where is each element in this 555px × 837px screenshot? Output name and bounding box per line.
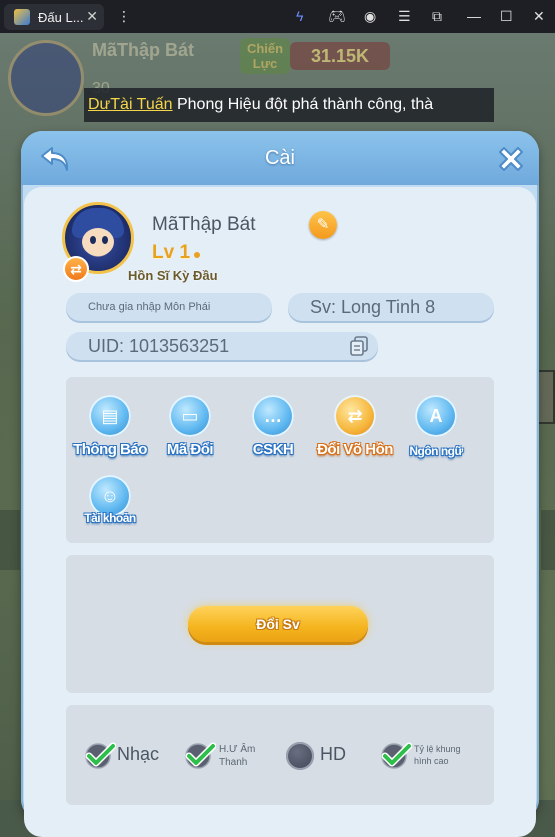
close-icon[interactable]: ✕ xyxy=(86,8,98,25)
check-icon xyxy=(381,742,412,769)
hud-avatar[interactable] xyxy=(8,40,84,116)
avatar-eye-left xyxy=(90,236,96,244)
popout-icon[interactable]: ⧉ xyxy=(432,8,442,24)
level-dot xyxy=(194,252,200,258)
unchecked-circle-icon xyxy=(286,742,314,770)
side-panel-left xyxy=(0,510,20,570)
gamepad-icon[interactable]: 🎮︎ xyxy=(328,8,346,24)
player-rank: Hồn Sĩ Kỳ Đầu xyxy=(128,268,218,283)
ticker-message: Phong Hiệu đột phá thành công, thà xyxy=(176,96,434,113)
option-label: H.Ư Âm Thanh xyxy=(219,744,256,768)
check-icon xyxy=(85,742,116,769)
feature-label: Ngôn ngữ xyxy=(409,444,463,458)
side-panel-right xyxy=(541,510,555,570)
avatar-eye-right xyxy=(102,236,108,244)
maximize-icon[interactable]: ☐ xyxy=(500,8,513,24)
chat-support-icon: … xyxy=(252,395,294,437)
announcement-ticker: DưTài Tuấn Phong Hiệu đột phá thành công… xyxy=(84,88,494,122)
hud-power-value: 31.15K xyxy=(290,42,390,70)
feature-redeem-button[interactable]: ▭ Mã Đổi xyxy=(148,395,232,467)
app-icon xyxy=(14,9,30,25)
hud-power-label: Chiến Lực xyxy=(240,38,290,74)
option-label: HD xyxy=(320,744,346,764)
notice-board-icon: ▤ xyxy=(89,395,131,437)
server-field: Sv: Long Tinh 8 xyxy=(288,293,494,321)
swap-arrows-icon: ⇄ xyxy=(334,395,376,437)
hud-player-name: MãThập Bát xyxy=(92,40,195,60)
feature-language-button[interactable]: A Ngôn ngữ xyxy=(394,395,478,467)
language-icon: A xyxy=(415,395,457,437)
back-arrow-icon[interactable] xyxy=(38,142,72,176)
lightning-icon[interactable]: ϟ xyxy=(296,8,303,24)
edit-name-icon[interactable]: ✎ xyxy=(309,211,337,239)
minimize-icon[interactable]: — xyxy=(467,8,481,24)
kebab-menu-icon[interactable]: ⋮ xyxy=(117,8,131,24)
sect-field: Chưa gia nhập Môn Phái xyxy=(66,293,272,321)
copy-icon[interactable] xyxy=(350,336,368,356)
ticket-icon: ▭ xyxy=(169,395,211,437)
tab-title: Đấu L... xyxy=(38,9,84,25)
avatar-face xyxy=(82,228,114,256)
close-panel-icon[interactable] xyxy=(494,142,528,176)
window-titlebar: Đấu L... ✕ ⋮ ϟ 🎮︎ ◉ ☰ ⧉ — ☐ ✕ xyxy=(0,0,555,33)
uid-field: UID: 1013563251 xyxy=(66,332,378,360)
check-icon xyxy=(185,742,216,769)
account-icon[interactable]: ◉ xyxy=(364,8,376,24)
ticker-player-name[interactable]: DưTài Tuấn xyxy=(88,96,173,113)
swap-avatar-icon[interactable]: ⇄ xyxy=(63,256,89,282)
switch-server-button[interactable]: Đổi Sv xyxy=(188,606,368,642)
player-level: Lv 1 xyxy=(152,242,191,263)
option-label: Nhạc xyxy=(117,744,160,764)
option-label: Tỷ lệ khung hình cao xyxy=(414,744,461,766)
feature-account-button[interactable]: ☺ Tài khoản xyxy=(68,475,152,547)
browser-tab[interactable]: Đấu L... ✕ xyxy=(4,4,104,30)
window-close-icon[interactable]: ✕ xyxy=(533,8,545,24)
panel-title: Cài xyxy=(264,147,295,169)
menu-icon[interactable]: ☰ xyxy=(398,8,411,24)
feature-label: Tài khoản xyxy=(84,511,136,525)
player-name: MãThập Bát xyxy=(152,214,256,235)
